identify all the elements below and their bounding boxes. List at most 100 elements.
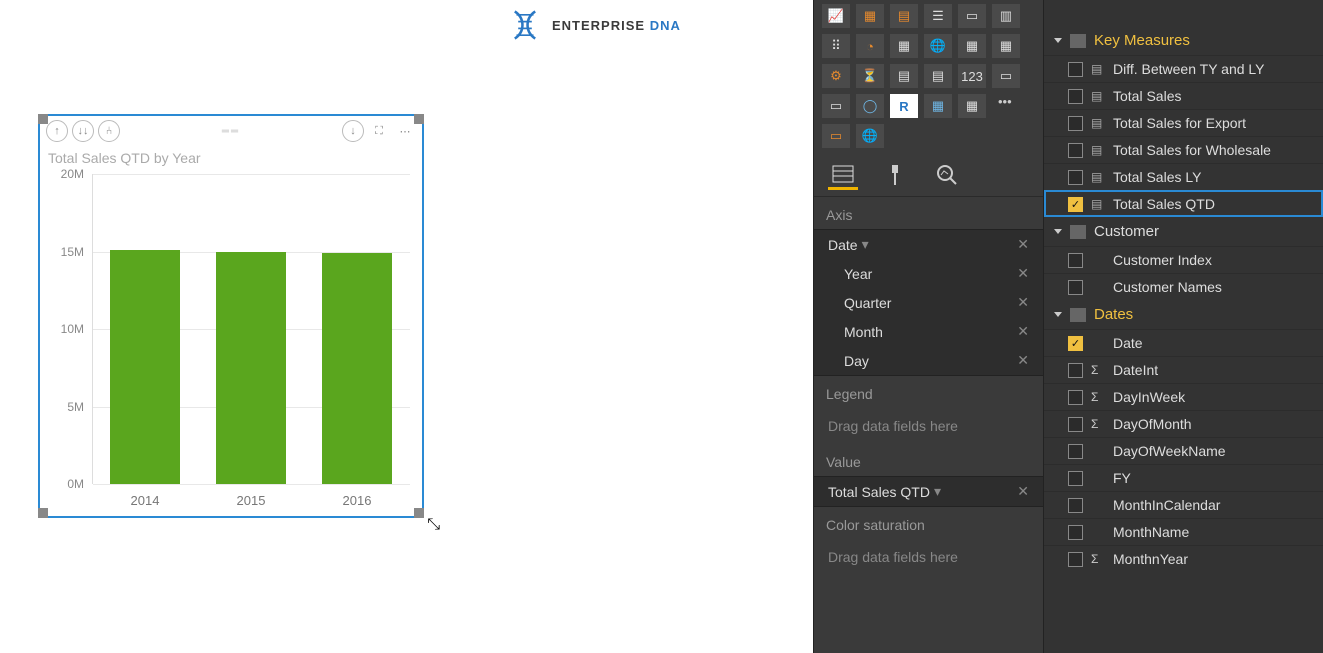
- field-checkbox[interactable]: [1068, 444, 1083, 459]
- well-value-item[interactable]: Total Sales QTD ▾ ✕: [814, 477, 1043, 506]
- gallery-visual-icon[interactable]: ▦: [856, 4, 884, 28]
- chevron-down-icon[interactable]: ▾: [930, 483, 945, 500]
- remove-field-icon[interactable]: ✕: [1013, 323, 1033, 340]
- bar[interactable]: [322, 253, 392, 484]
- field-row[interactable]: ✓▤Total Sales QTD: [1044, 190, 1323, 217]
- field-checkbox[interactable]: [1068, 417, 1083, 432]
- well-axis-level[interactable]: Quarter✕: [814, 288, 1043, 317]
- well-color-placeholder[interactable]: Drag data fields here: [814, 539, 1043, 575]
- gallery-visual-icon[interactable]: 🌐: [856, 124, 884, 148]
- focus-mode-icon[interactable]: ⛶: [368, 120, 390, 142]
- tab-analytics[interactable]: [932, 164, 962, 190]
- well-axis-level[interactable]: Year✕: [814, 259, 1043, 288]
- field-checkbox[interactable]: [1068, 89, 1083, 104]
- field-row[interactable]: ▤Total Sales: [1044, 82, 1323, 109]
- resize-handle-tr[interactable]: [414, 114, 424, 124]
- tab-format[interactable]: [880, 164, 910, 190]
- bar[interactable]: [110, 250, 180, 484]
- field-row[interactable]: Customer Names: [1044, 273, 1323, 300]
- field-checkbox[interactable]: [1068, 170, 1083, 185]
- field-row[interactable]: MonthInCalendar: [1044, 491, 1323, 518]
- gallery-visual-icon[interactable]: 📈: [822, 4, 850, 28]
- gallery-visual-icon[interactable]: ▭: [992, 64, 1020, 88]
- resize-handle-bl[interactable]: [38, 508, 48, 518]
- field-checkbox[interactable]: [1068, 280, 1083, 295]
- field-row[interactable]: DayOfWeekName: [1044, 437, 1323, 464]
- gallery-visual-icon[interactable]: ▥: [992, 4, 1020, 28]
- remove-field-icon[interactable]: ✕: [1013, 294, 1033, 311]
- field-row[interactable]: Customer Index: [1044, 246, 1323, 273]
- field-row[interactable]: ΣDateInt: [1044, 356, 1323, 383]
- field-row[interactable]: MonthName: [1044, 518, 1323, 545]
- remove-field-icon[interactable]: ✕: [1013, 483, 1033, 500]
- remove-field-icon[interactable]: ✕: [1013, 265, 1033, 282]
- gallery-visual-icon[interactable]: ▭: [822, 124, 850, 148]
- chevron-down-icon[interactable]: ▾: [858, 236, 873, 253]
- gallery-visual-icon[interactable]: ▦: [958, 94, 986, 118]
- field-checkbox[interactable]: [1068, 471, 1083, 486]
- well-axis[interactable]: Date ▾ ✕ Year✕Quarter✕Month✕Day✕: [814, 229, 1043, 376]
- chart-visual[interactable]: ⤡ ↑ ↓↓ ⑃ ══ ↓ ⛶ ⋯ Total Sales QTD by Yea…: [38, 114, 424, 518]
- remove-field-icon[interactable]: ✕: [1013, 236, 1033, 253]
- field-checkbox[interactable]: [1068, 363, 1083, 378]
- gallery-visual-icon[interactable]: ▤: [924, 64, 952, 88]
- gallery-visual-icon[interactable]: ▤: [890, 4, 918, 28]
- field-checkbox[interactable]: [1068, 253, 1083, 268]
- gallery-visual-icon[interactable]: ⚙: [822, 64, 850, 88]
- drill-down-icon[interactable]: ↓: [342, 120, 364, 142]
- field-row[interactable]: ΣDayInWeek: [1044, 383, 1323, 410]
- well-axis-level[interactable]: Month✕: [814, 317, 1043, 346]
- gallery-visual-icon[interactable]: R: [890, 94, 918, 118]
- field-row[interactable]: ▤Total Sales for Wholesale: [1044, 136, 1323, 163]
- expand-all-icon[interactable]: ⑃: [98, 120, 120, 142]
- well-axis-main[interactable]: Date ▾ ✕: [814, 230, 1043, 259]
- gallery-visual-icon[interactable]: 🌐: [924, 34, 952, 58]
- field-row[interactable]: ▤Diff. Between TY and LY: [1044, 55, 1323, 82]
- drill-toggle-icon[interactable]: ↓↓: [72, 120, 94, 142]
- drag-grip-icon[interactable]: ══: [222, 126, 240, 137]
- field-checkbox[interactable]: [1068, 116, 1083, 131]
- field-group-header[interactable]: Customer: [1044, 217, 1323, 246]
- bar[interactable]: [216, 252, 286, 485]
- gallery-visual-icon[interactable]: ▦: [992, 34, 1020, 58]
- field-checkbox[interactable]: [1068, 62, 1083, 77]
- field-checkbox[interactable]: [1068, 498, 1083, 513]
- gallery-visual-icon[interactable]: ▭: [822, 94, 850, 118]
- field-row[interactable]: ✓Date: [1044, 329, 1323, 356]
- field-checkbox[interactable]: [1068, 552, 1083, 567]
- field-checkbox[interactable]: [1068, 390, 1083, 405]
- resize-handle-tl[interactable]: [38, 114, 48, 124]
- well-axis-level[interactable]: Day✕: [814, 346, 1043, 375]
- field-checkbox[interactable]: ✓: [1068, 197, 1083, 212]
- well-value[interactable]: Total Sales QTD ▾ ✕: [814, 476, 1043, 507]
- field-checkbox[interactable]: [1068, 525, 1083, 540]
- gallery-visual-icon[interactable]: ▦: [924, 94, 952, 118]
- field-group-header[interactable]: Key Measures: [1044, 26, 1323, 55]
- field-row[interactable]: ▤Total Sales for Export: [1044, 109, 1323, 136]
- gallery-visual-icon[interactable]: ⏳: [856, 64, 884, 88]
- field-row[interactable]: FY: [1044, 464, 1323, 491]
- gallery-visual-icon[interactable]: ⠿: [822, 34, 850, 58]
- gallery-visual-icon[interactable]: 123: [958, 64, 986, 88]
- gallery-visual-icon[interactable]: ▤: [890, 64, 918, 88]
- gallery-visual-icon[interactable]: ◯: [856, 94, 884, 118]
- field-row[interactable]: ΣMonthnYear: [1044, 545, 1323, 572]
- remove-field-icon[interactable]: ✕: [1013, 352, 1033, 369]
- gallery-visual-icon[interactable]: ◔: [856, 34, 884, 58]
- gallery-visual-icon[interactable]: ▭: [958, 4, 986, 28]
- resize-handle-br[interactable]: [414, 508, 424, 518]
- gallery-visual-icon[interactable]: ▦: [890, 34, 918, 58]
- field-group-header[interactable]: Dates: [1044, 300, 1323, 329]
- field-row[interactable]: ΣDayOfMonth: [1044, 410, 1323, 437]
- report-canvas[interactable]: ENTERPRISE DNA ⤡ ↑ ↓↓ ⑃ ══ ↓ ⛶ ⋯ Total S…: [0, 0, 813, 653]
- gallery-visual-icon[interactable]: ▦: [958, 34, 986, 58]
- gallery-visual-icon[interactable]: ☰: [924, 4, 952, 28]
- well-legend-placeholder[interactable]: Drag data fields here: [814, 408, 1043, 444]
- gallery-more-icon[interactable]: •••: [992, 94, 1020, 118]
- visual-more-icon[interactable]: ⋯: [394, 120, 416, 142]
- field-row[interactable]: ▤Total Sales LY: [1044, 163, 1323, 190]
- tab-fields[interactable]: [828, 164, 858, 190]
- drill-up-icon[interactable]: ↑: [46, 120, 68, 142]
- field-checkbox[interactable]: [1068, 143, 1083, 158]
- field-checkbox[interactable]: ✓: [1068, 336, 1083, 351]
